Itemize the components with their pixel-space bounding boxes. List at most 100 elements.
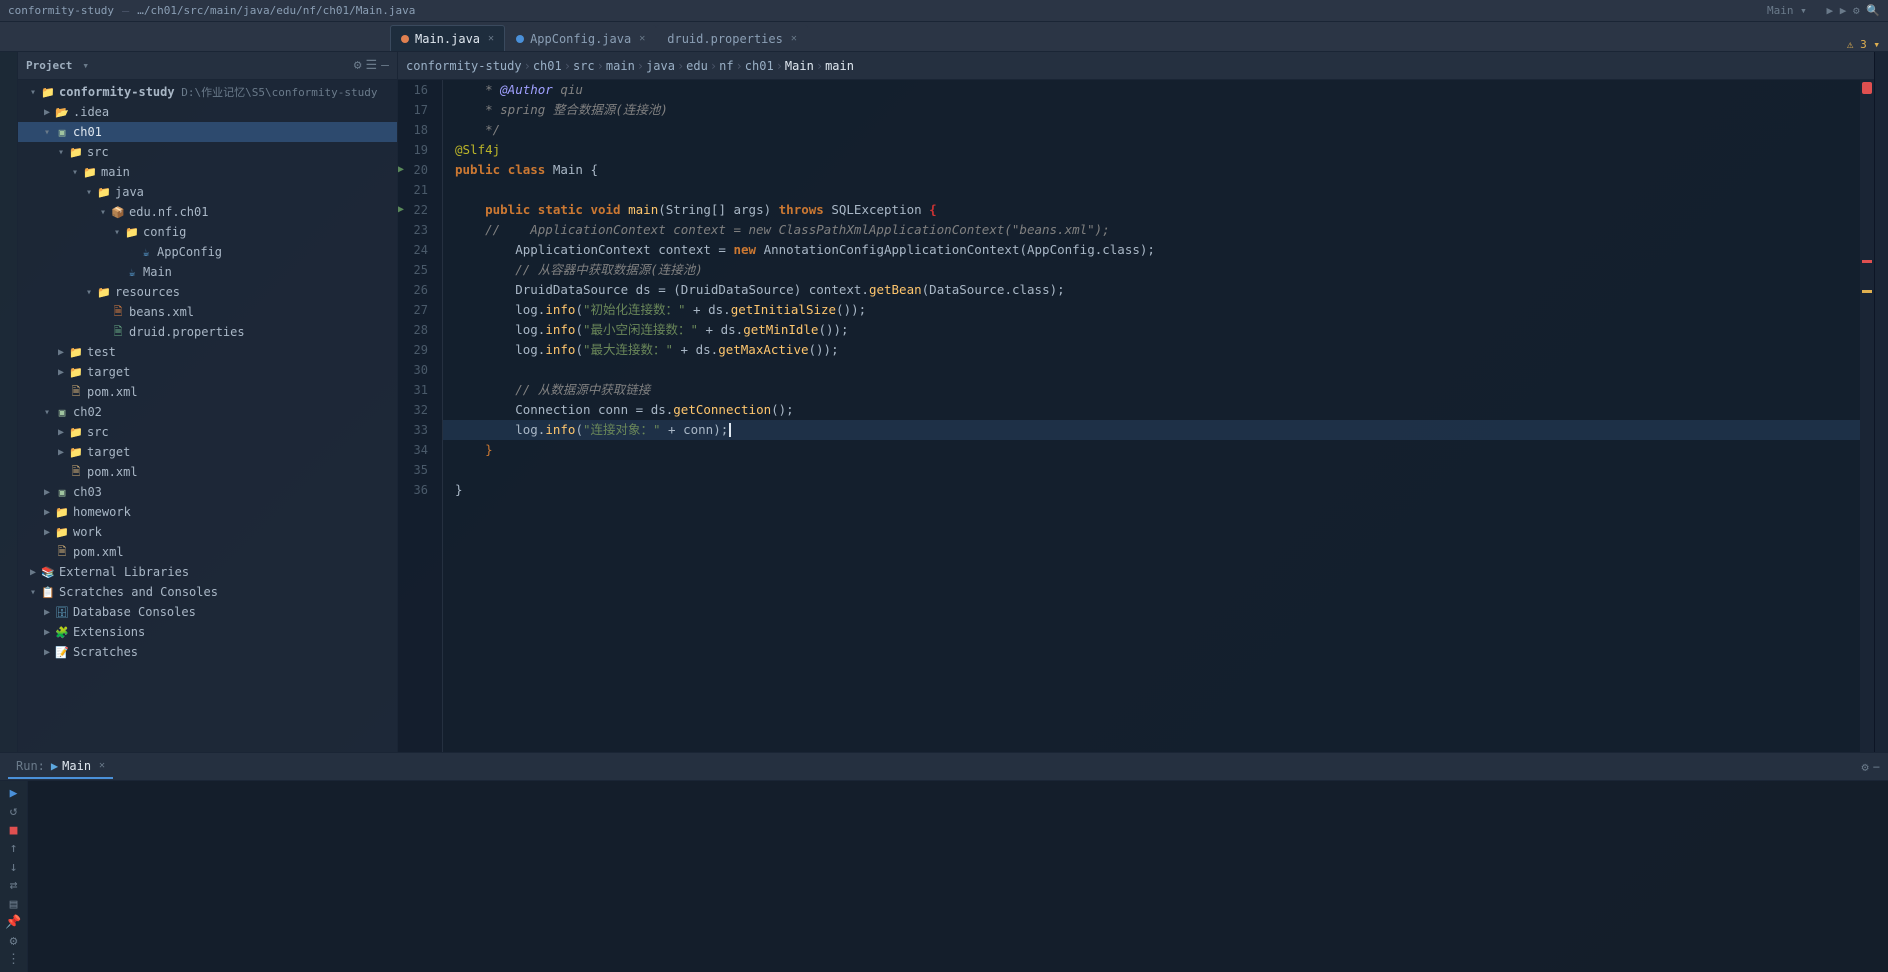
tree-item-pkg[interactable]: ▾ 📦 edu.nf.ch01 (18, 202, 397, 222)
bottom-settings-icon[interactable]: ⚙ (1862, 760, 1869, 774)
run-icon-up[interactable]: ↑ (3, 841, 25, 858)
sidebar-dropdown[interactable]: ▾ (82, 59, 89, 72)
run-tab-label: Run: (16, 759, 45, 773)
breadcrumb-src: src (573, 59, 595, 73)
tree-label-pom-ch01: pom.xml (87, 385, 138, 399)
tree-item-src[interactable]: ▾ 📁 src (18, 142, 397, 162)
tree-item-ext-lib[interactable]: ▶ 📚 External Libraries (18, 562, 397, 582)
pkg-icon: 📦 (110, 205, 126, 219)
tree-label-src-ch02: src (87, 425, 109, 439)
bottom-panel: Run: ▶ Main ✕ ⚙ − ▶ ↺ ■ ↑ ↓ ⇄ ▤ 📌 ⚙ (0, 752, 1888, 972)
tree-item-java-folder[interactable]: ▾ 📁 java (18, 182, 397, 202)
line-num-22: ▶ 22 (398, 200, 434, 220)
run-icon-down[interactable]: ↓ (3, 859, 25, 876)
title-path: …/ch01/src/main/java/edu/nf/ch01/Main.ja… (137, 4, 415, 17)
run-icon-play[interactable]: ▶ (3, 785, 25, 802)
tabs-bar: Main.java ✕ AppConfig.java ✕ druid.prope… (0, 22, 1888, 52)
tree-item-idea[interactable]: ▶ 📂 .idea (18, 102, 397, 122)
line-num-36: 36 (398, 480, 434, 500)
tab-close-main[interactable]: ✕ (488, 33, 494, 44)
run-icon-more[interactable]: ⋮ (3, 952, 25, 969)
tab-dot-main (401, 35, 409, 43)
tree-arrow-target-ch02: ▶ (54, 447, 68, 458)
tree-item-scratches-consoles[interactable]: ▾ 📋 Scratches and Consoles (18, 582, 397, 602)
line-num-17: 17 (398, 100, 434, 120)
tree-item-extensions[interactable]: ▶ 🧩 Extensions (18, 622, 397, 642)
tab-close-appconfig[interactable]: ✕ (639, 33, 645, 44)
tree-item-appconfig[interactable]: ☕ AppConfig (18, 242, 397, 262)
fold-arrow-22[interactable]: ▶ (398, 200, 404, 220)
run-tab-close[interactable]: ✕ (99, 760, 105, 771)
tree-item-ch01[interactable]: ▾ ▣ ch01 (18, 122, 397, 142)
tree-item-target-ch01[interactable]: ▶ 📁 target (18, 362, 397, 382)
scratches-consoles-icon: 📋 (40, 585, 56, 599)
tree-label-idea: .idea (73, 105, 109, 119)
run-icon-wrap[interactable]: ⇄ (3, 878, 25, 895)
run-icon-gear[interactable]: ⚙ (3, 933, 25, 950)
sidebar-icon-settings[interactable]: ⚙ (354, 58, 362, 73)
tree-item-ch03[interactable]: ▶ ▣ ch03 (18, 482, 397, 502)
tree-item-pom-root[interactable]: 🗎 pom.xml (18, 542, 397, 562)
tree-label-root: conformity-study (59, 85, 175, 99)
run-icon-filter[interactable]: ▤ (3, 896, 25, 913)
code-line-25: // 从容器中获取数据源(连接池) (443, 260, 1860, 280)
code-line-21 (443, 180, 1860, 200)
tree-label-druid-prop: druid.properties (129, 325, 245, 339)
xml-icon-beans: 🗎 (110, 305, 126, 319)
tab-close-druid[interactable]: ✕ (791, 33, 797, 44)
tree-item-main[interactable]: ▾ 📁 main (18, 162, 397, 182)
tree-item-pom-ch02[interactable]: 🗎 pom.xml (18, 462, 397, 482)
sidebar-icon-group: ⚙ ☰ — (354, 58, 389, 73)
module-icon-ch01: ▣ (54, 125, 70, 139)
code-line-26: DruidDataSource ds = ( DruidDataSource )… (443, 280, 1860, 300)
tree-item-config[interactable]: ▾ 📁 config (18, 222, 397, 242)
tree-arrow-pkg: ▾ (96, 207, 110, 218)
line-num-32: 32 (398, 400, 434, 420)
cursor (729, 423, 731, 437)
code-area[interactable]: * @Author qiu * spring 整合数据源(连接池) */ @Sl… (443, 80, 1860, 752)
tree-label-appconfig: AppConfig (157, 245, 222, 259)
code-line-33: log . info ( "连接对象：" + conn); (443, 420, 1860, 440)
breadcrumb-nf: nf (719, 59, 733, 73)
tab-appconfig-java[interactable]: AppConfig.java ✕ (505, 25, 656, 51)
tab-label-main: Main.java (415, 32, 480, 46)
tab-main-java[interactable]: Main.java ✕ (390, 25, 505, 51)
folder-icon-config: 📁 (124, 225, 140, 239)
tree-item-main-java[interactable]: ☕ Main (18, 262, 397, 282)
left-icon-bar (0, 52, 18, 752)
tree-item-resources[interactable]: ▾ 📁 resources (18, 282, 397, 302)
tree-item-ch02[interactable]: ▾ ▣ ch02 (18, 402, 397, 422)
tree-arrow-config: ▾ (110, 227, 124, 238)
run-icon-stop[interactable]: ■ (3, 822, 25, 839)
bottom-tab-run[interactable]: Run: ▶ Main ✕ (8, 755, 113, 779)
scratches-icon: 📝 (54, 645, 70, 659)
tree-item-scratches[interactable]: ▶ 📝 Scratches (18, 642, 397, 662)
tree-item-root[interactable]: ▾ 📁 conformity-study D:\作业记忆\S5\conformi… (18, 82, 397, 102)
bottom-minimize-icon[interactable]: − (1873, 760, 1880, 774)
tree-label-pkg: edu.nf.ch01 (129, 205, 208, 219)
tree-item-pom-ch01[interactable]: 🗎 pom.xml (18, 382, 397, 402)
tree-arrow-src: ▾ (54, 147, 68, 158)
sidebar-icon-layout[interactable]: ☰ (366, 58, 378, 73)
tab-label-appconfig: AppConfig.java (530, 32, 631, 46)
tree-label-main-java: Main (143, 265, 172, 279)
sidebar-icon-collapse[interactable]: — (381, 58, 389, 73)
tree-item-target-ch02[interactable]: ▶ 📁 target (18, 442, 397, 462)
code-line-20: public class Main { (443, 160, 1860, 180)
tree-item-homework[interactable]: ▶ 📁 homework (18, 502, 397, 522)
tree-item-beans-xml[interactable]: 🗎 beans.xml (18, 302, 397, 322)
tree-item-druid-prop[interactable]: 🗎 druid.properties (18, 322, 397, 342)
tree-item-db-console[interactable]: ▶ 🗄 Database Consoles (18, 602, 397, 622)
project-tree: ▾ 📁 conformity-study D:\作业记忆\S5\conformi… (18, 80, 397, 752)
folder-icon-resources: 📁 (96, 285, 112, 299)
tree-item-src-ch02[interactable]: ▶ 📁 src (18, 422, 397, 442)
run-icon-pin[interactable]: 📌 (3, 915, 25, 932)
tree-item-work[interactable]: ▶ 📁 work (18, 522, 397, 542)
fold-arrow-20[interactable]: ▶ (398, 160, 404, 180)
folder-icon-homework: 📁 (54, 505, 70, 519)
folder-icon-java: 📁 (96, 185, 112, 199)
run-icon-rerun[interactable]: ↺ (3, 804, 25, 821)
error-mark-1 (1862, 260, 1872, 263)
tab-druid-props[interactable]: druid.properties ✕ (656, 25, 808, 51)
tree-item-test[interactable]: ▶ 📁 test (18, 342, 397, 362)
